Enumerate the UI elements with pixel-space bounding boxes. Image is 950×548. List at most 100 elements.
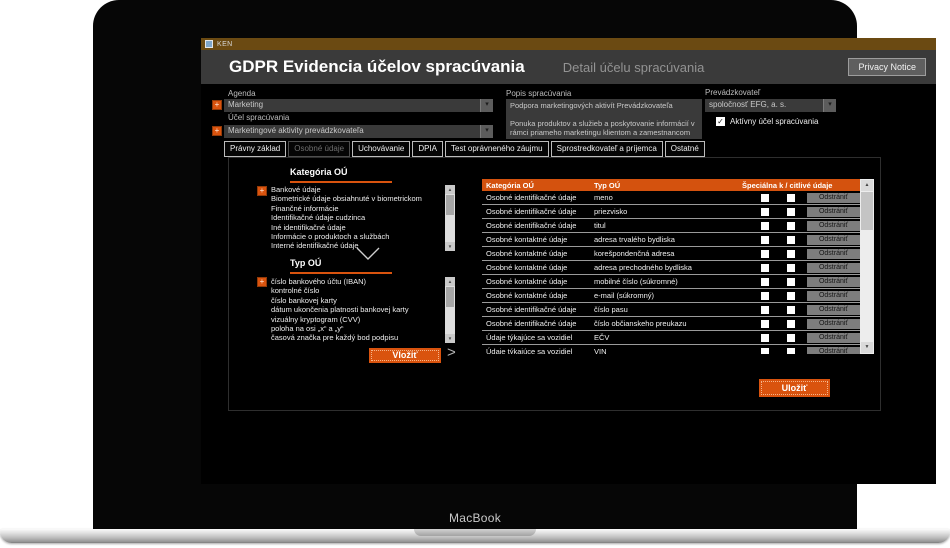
special-category-checkbox[interactable] [761,306,769,314]
sensitive-data-checkbox[interactable] [787,348,795,355]
table-row: Údaje týkajúce sa vozidielVINOdstrániť [482,345,860,354]
remove-row-button[interactable]: Odstrániť [807,193,860,203]
ulozit-button[interactable]: Uložiť [759,379,830,397]
sensitive-data-checkbox[interactable] [787,222,795,230]
sensitive-data-checkbox[interactable] [787,264,795,272]
cell-kategoria: Osobné kontaktné údaje [482,263,594,272]
remove-row-button[interactable]: Odstrániť [807,291,860,301]
tab-dpia[interactable]: DPIA [412,141,443,157]
add-typ-button[interactable]: + [257,277,267,287]
tab-pr-vny-z-klad[interactable]: Právny základ [224,141,286,157]
sensitive-data-checkbox[interactable] [787,278,795,286]
list-item[interactable]: Bankové údaje [271,185,444,194]
typ-scrollbar[interactable]: ▲ ▼ [445,277,455,343]
cell-typ: EČV [594,333,742,342]
scrollbar-thumb[interactable] [446,287,454,307]
scroll-down-icon[interactable]: ▼ [445,242,455,251]
remove-row-button[interactable]: Odstrániť [807,263,860,273]
scroll-up-icon[interactable]: ▲ [861,180,873,191]
special-category-checkbox[interactable] [761,292,769,300]
remove-row-button[interactable]: Odstrániť [807,347,860,355]
special-category-checkbox[interactable] [761,348,769,355]
cell-kategoria: Osobné kontaktné údaje [482,235,594,244]
table-row: Osobné identifikačné údajemenoOdstrániť [482,191,860,205]
list-item[interactable]: Iné identifikačné údaje [271,223,444,232]
sensitive-data-checkbox[interactable] [787,292,795,300]
window-title: KEN [217,41,233,48]
prevadzkovatel-select[interactable]: spoločnosť EFG, a. s. ▾ [705,99,836,112]
list-item[interactable]: Biometrické údaje obsiahnuté v biometric… [271,194,444,203]
add-ucel-button[interactable]: + [212,126,222,136]
list-item[interactable]: Identifikačné údaje cudzinca [271,213,444,222]
tab-osobn-daje[interactable]: Osobné údaje [288,141,350,157]
scroll-down-icon[interactable]: ▼ [861,342,873,353]
list-item[interactable]: dátum ukončenia platnosti bankovej karty [271,305,444,314]
app-header: GDPR Evidencia účelov spracúvania Detail… [201,50,936,84]
chevron-down-icon[interactable]: ▾ [823,99,836,112]
prevadzkovatel-label: Prevádzkovateľ [705,88,760,97]
tab-uchov-vanie[interactable]: Uchovávanie [352,141,410,157]
chevron-down-icon[interactable]: ▾ [480,99,493,112]
remove-row-button[interactable]: Odstrániť [807,305,860,315]
sensitive-data-checkbox[interactable] [787,208,795,216]
table-row: Osobné identifikačné údajepriezviskoOdst… [482,205,860,219]
table-scrollbar[interactable]: ▲ ▼ [860,179,874,354]
ucel-select[interactable]: Marketingové aktivity prevádzkovateľa ▾ [224,125,493,138]
kategoria-listbox[interactable]: Bankové údajeBiometrické údaje obsiahnut… [271,185,444,251]
special-category-checkbox[interactable] [761,320,769,328]
list-item[interactable]: vizuálny kryptogram (CVV) [271,315,444,324]
sensitive-data-checkbox[interactable] [787,236,795,244]
list-item[interactable]: číslo bankovej karty [271,296,444,305]
cell-typ: číslo pasu [594,305,742,314]
special-category-checkbox[interactable] [761,194,769,202]
cell-kategoria: Osobné identifikačné údaje [482,207,594,216]
list-item[interactable]: poloha na osi „x“ a „y“ [271,324,444,333]
add-kategoria-button[interactable]: + [257,186,267,196]
special-category-checkbox[interactable] [761,222,769,230]
remove-row-button[interactable]: Odstrániť [807,207,860,217]
sensitive-data-checkbox[interactable] [787,306,795,314]
vlozit-button[interactable]: Vložiť [369,348,441,363]
list-item[interactable]: číslo bankového účtu (IBAN) [271,277,444,286]
special-category-checkbox[interactable] [761,264,769,272]
special-category-checkbox[interactable] [761,236,769,244]
agenda-select-value: Marketing [228,100,263,109]
remove-row-button[interactable]: Odstrániť [807,235,860,245]
scrollbar-thumb[interactable] [446,195,454,215]
list-item[interactable]: Finančné informácie [271,204,444,213]
scroll-up-icon[interactable]: ▲ [445,185,455,194]
osobne-udaje-table: Kategória OÚ Typ OÚ Špeciálna k / citliv… [482,179,874,354]
laptop-screen: KEN GDPR Evidencia účelov spracúvania De… [93,0,857,530]
remove-row-button[interactable]: Odstrániť [807,221,860,231]
remove-row-button[interactable]: Odstrániť [807,319,860,329]
sensitive-data-checkbox[interactable] [787,320,795,328]
list-item[interactable]: kontrolné číslo [271,286,444,295]
tab-ostatn-[interactable]: Ostatné [665,141,705,157]
list-item[interactable]: časová značka pre každý bod podpisu [271,333,444,342]
list-item[interactable]: Informácie o produktoch a službách [271,232,444,241]
remove-row-button[interactable]: Odstrániť [807,333,860,343]
chevron-down-icon[interactable]: ▾ [480,125,493,138]
special-category-checkbox[interactable] [761,334,769,342]
add-agenda-button[interactable]: + [212,100,222,110]
sensitive-data-checkbox[interactable] [787,334,795,342]
sensitive-data-checkbox[interactable] [787,250,795,258]
privacy-notice-button[interactable]: Privacy Notice [848,58,926,76]
typ-listbox[interactable]: číslo bankového účtu (IBAN)kontrolné čís… [271,277,444,343]
sensitive-data-checkbox[interactable] [787,194,795,202]
popis-textarea[interactable]: Podpora marketingových aktivít Prevádzko… [506,99,702,139]
kategoria-scrollbar[interactable]: ▲ ▼ [445,185,455,251]
scroll-up-icon[interactable]: ▲ [445,277,455,286]
aktivny-checkbox[interactable]: ✓ [716,117,725,126]
scrollbar-thumb[interactable] [861,192,873,230]
remove-row-button[interactable]: Odstrániť [807,249,860,259]
scroll-down-icon[interactable]: ▼ [445,334,455,343]
remove-row-button[interactable]: Odstrániť [807,277,860,287]
agenda-select[interactable]: Marketing ▾ [224,99,493,112]
special-category-checkbox[interactable] [761,250,769,258]
special-category-checkbox[interactable] [761,278,769,286]
special-category-checkbox[interactable] [761,208,769,216]
tab-bar: Právny základOsobné údajeUchovávanieDPIA… [224,141,705,157]
tab-test-opr-vnen-ho-z-ujmu[interactable]: Test oprávneného záujmu [445,141,549,157]
tab-sprostredkovate-a-pr-jemca[interactable]: Sprostredkovateľ a príjemca [551,141,663,157]
